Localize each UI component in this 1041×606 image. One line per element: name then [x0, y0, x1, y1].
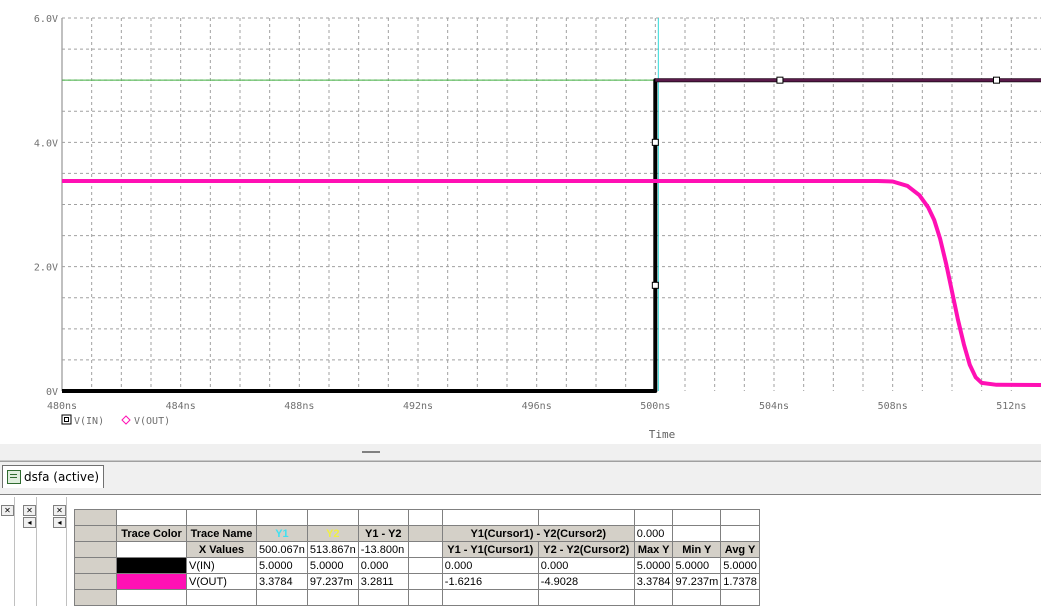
cell-min: 97.237m [672, 573, 722, 590]
window-tab-bar: dsfa (active) [0, 461, 1041, 494]
cell-y2-c2: -4.9028 [537, 573, 635, 590]
x-values-label: X Values [186, 541, 257, 558]
table-header-row: Trace Color Trace Name Y1 Y2 Y1 - Y2 Y1(… [74, 525, 760, 542]
cell-y2: 5.0000 [306, 557, 359, 574]
cell-diff: 3.2811 [357, 573, 409, 590]
close-icon[interactable]: ✕ [53, 505, 66, 516]
data-marker-square [651, 281, 659, 289]
mini-column-3[interactable]: ✕ ◂ [52, 497, 67, 606]
close-icon[interactable]: ✕ [23, 505, 36, 516]
cell-avg: 5.0000 [720, 557, 760, 574]
trace-name: V(IN) [186, 557, 257, 574]
row-header[interactable] [74, 589, 117, 606]
scroll-left-icon[interactable]: ◂ [53, 517, 66, 528]
row-header[interactable] [74, 525, 117, 542]
x-tick-label: 504ns [759, 401, 789, 412]
scroll-left-icon[interactable]: ◂ [23, 517, 36, 528]
cell-y2-c2: 0.000 [537, 557, 635, 574]
y-tick-label: 4.0V [34, 138, 58, 149]
y-tick-label: 0V [46, 387, 58, 398]
cell-avg: 1.7378 [720, 573, 760, 590]
trace-color-swatch-vout[interactable] [116, 573, 187, 590]
row-header[interactable] [74, 509, 117, 526]
x-y1-value: 500.067n [256, 541, 308, 558]
cell-y1: 3.3784 [256, 573, 308, 590]
cell-max: 3.3784 [633, 573, 674, 590]
cursor-diff-value: 0.000 [633, 525, 674, 542]
legend-marker-square [61, 414, 72, 425]
col-y2[interactable]: Y2 [306, 525, 359, 542]
cell-y2: 97.237m [306, 573, 359, 590]
waveform-plot[interactable]: 480ns 484ns 488ns 492ns 496ns 500ns 504ns 508ns… [0, 0, 1041, 444]
cell-y1: 5.0000 [256, 557, 308, 574]
x-axis-label: Time [649, 428, 676, 441]
x-tick-label: 500ns [640, 401, 670, 412]
col-y1-y2[interactable]: Y1 - Y2 [357, 525, 409, 542]
table-row-vout[interactable]: V(OUT) 3.3784 97.237m 3.2811 -1.6216 -4.… [74, 573, 760, 590]
col-y1[interactable]: Y1 [256, 525, 308, 542]
cell-diff: 0.000 [357, 557, 409, 574]
col-y1-cursor1[interactable]: Y1 - Y1(Cursor1) [441, 541, 539, 558]
plot-grid [61, 17, 1041, 391]
x-tick-label: 484ns [166, 401, 196, 412]
x-tick-label: 508ns [878, 401, 908, 412]
data-marker-square [651, 138, 659, 146]
splitter-grip[interactable] [362, 451, 380, 453]
x-tick-label: 496ns [522, 401, 552, 412]
col-max-y[interactable]: Max Y [633, 541, 674, 558]
col-trace-name[interactable]: Trace Name [186, 525, 257, 542]
x-tick-label: 488ns [284, 401, 314, 412]
row-header[interactable] [74, 541, 117, 558]
cursor-table: Trace Color Trace Name Y1 Y2 Y1 - Y2 Y1(… [74, 509, 760, 606]
y-tick-label: 2.0V [34, 263, 58, 274]
table-row-spacer [74, 509, 760, 526]
y-tick-label: 6.0V [34, 14, 58, 25]
legend-marker-square-inner [64, 417, 69, 422]
x-tick-label: 512ns [996, 401, 1026, 412]
table-row-vin[interactable]: V(IN) 5.0000 5.0000 0.000 0.000 0.000 5.… [74, 557, 760, 574]
legend: V(IN) V(OUT) [61, 414, 170, 427]
col-y2-cursor2[interactable]: Y2 - Y2(Cursor2) [537, 541, 635, 558]
tab-dsfa[interactable]: dsfa (active) [2, 465, 105, 488]
mini-column-2[interactable]: ✕ ◂ [22, 497, 37, 606]
trace-color-swatch-vin[interactable] [116, 557, 187, 574]
tab-label: dsfa (active) [24, 470, 100, 484]
table-row-xvalues: X Values 500.067n 513.867n -13.800n Y1 -… [74, 541, 760, 558]
trace-name: V(OUT) [186, 573, 257, 590]
x-y2-value: 513.867n [306, 541, 359, 558]
x-diff-value: -13.800n [357, 541, 409, 558]
table-row-empty [74, 589, 760, 606]
col-trace-color[interactable]: Trace Color [116, 525, 187, 542]
cell-y1-c1: -1.6216 [441, 573, 539, 590]
cell-min: 5.0000 [672, 557, 722, 574]
legend-label: V(IN) [74, 416, 104, 427]
pane-splitter[interactable] [0, 444, 1041, 460]
axis-ticks: 480ns 484ns 488ns 492ns 496ns 500ns 504ns 508ns… [34, 14, 1026, 412]
mini-column-1[interactable]: ✕ [0, 497, 15, 606]
series-line-vout [62, 179, 1041, 387]
legend-label: V(OUT) [134, 416, 170, 427]
x-tick-label: 480ns [47, 401, 77, 412]
col-avg-y[interactable]: Avg Y [720, 541, 760, 558]
plot-area[interactable]: 480ns 484ns 488ns 492ns 496ns 500ns 504ns 508ns… [0, 0, 1041, 461]
close-icon[interactable]: ✕ [1, 505, 14, 516]
legend-marker-diamond [121, 415, 131, 425]
cell-y1-c1: 0.000 [441, 557, 539, 574]
col-cursor-diff[interactable]: Y1(Cursor1) - Y2(Cursor2) [441, 525, 635, 542]
col-min-y[interactable]: Min Y [672, 541, 722, 558]
data-marker-square [776, 76, 784, 84]
cell-max: 5.0000 [633, 557, 674, 574]
row-header[interactable] [74, 557, 117, 574]
row-header[interactable] [74, 573, 117, 590]
data-marker-square [993, 76, 1000, 84]
x-tick-label: 492ns [403, 401, 433, 412]
waveform-doc-icon [7, 470, 21, 484]
